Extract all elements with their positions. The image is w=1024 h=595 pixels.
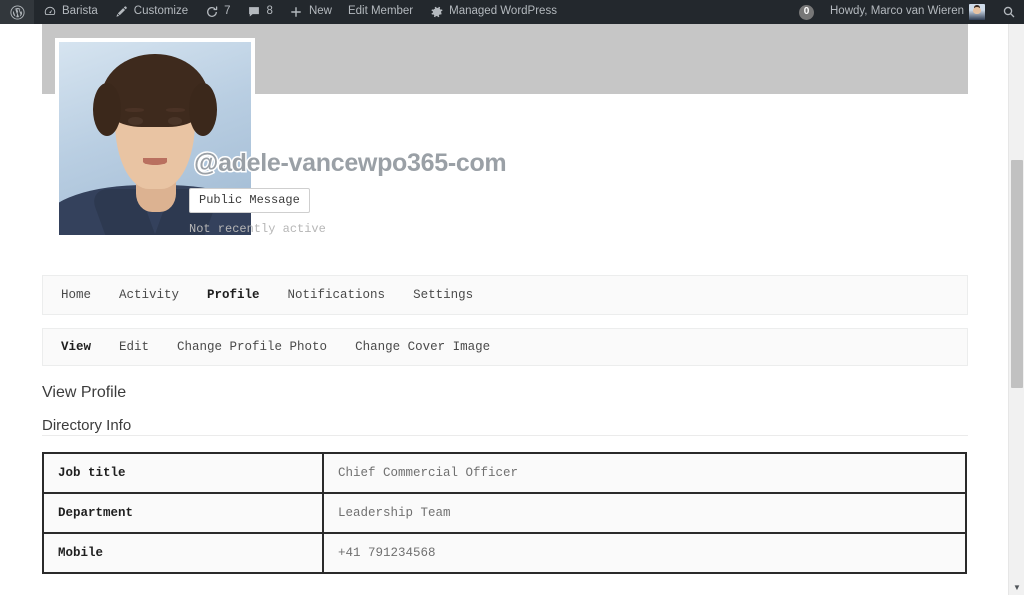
notifications-button[interactable]: 0 bbox=[791, 0, 822, 24]
field-value-job-title: Chief Commercial Officer bbox=[322, 452, 967, 494]
dashboard-icon bbox=[42, 5, 57, 20]
scrollbar-thumb[interactable] bbox=[1011, 160, 1023, 388]
comment-icon bbox=[247, 5, 262, 20]
wp-logo-button[interactable] bbox=[0, 0, 34, 24]
section-divider bbox=[42, 435, 968, 436]
search-icon bbox=[1001, 5, 1016, 20]
customize-button[interactable]: Customize bbox=[106, 0, 196, 24]
nav-item-notifications[interactable]: Notifications bbox=[274, 289, 400, 302]
site-name-button[interactable]: Barista bbox=[34, 0, 106, 24]
field-label-job-title: Job title bbox=[42, 452, 324, 494]
comments-count: 8 bbox=[266, 5, 273, 18]
customize-label: Customize bbox=[133, 5, 189, 18]
new-content-label: New bbox=[308, 5, 332, 18]
nav-item-profile[interactable]: Profile bbox=[193, 289, 274, 302]
new-content-button[interactable]: New bbox=[281, 0, 340, 24]
subnav-item-view[interactable]: View bbox=[43, 341, 105, 354]
subnav-item-edit[interactable]: Edit bbox=[105, 341, 163, 354]
page-content: @adele-vancewpo365-com Public Message No… bbox=[0, 24, 1008, 595]
admin-bar-right-group: 0 Howdy, Marco van Wieren bbox=[791, 0, 1024, 24]
updates-count: 7 bbox=[224, 5, 231, 18]
field-label-department: Department bbox=[42, 492, 324, 534]
view-profile-heading: View Profile bbox=[42, 384, 127, 401]
subnav-item-change-profile-photo[interactable]: Change Profile Photo bbox=[163, 341, 341, 354]
field-value-department: Leadership Team bbox=[322, 492, 967, 534]
directory-info-table: Job title Chief Commercial Officer Depar… bbox=[42, 452, 967, 574]
edit-member-label: Edit Member bbox=[347, 5, 414, 18]
directory-info-heading: Directory Info bbox=[42, 417, 132, 434]
member-primary-nav: Home Activity Profile Notifications Sett… bbox=[42, 275, 968, 315]
edit-member-button[interactable]: Edit Member bbox=[340, 0, 421, 24]
managed-wordpress-label: Managed WordPress bbox=[449, 5, 557, 18]
table-row: Mobile +41 791234568 bbox=[42, 532, 967, 574]
managed-wordpress-button[interactable]: Managed WordPress bbox=[421, 0, 565, 24]
field-value-mobile: +41 791234568 bbox=[322, 532, 967, 574]
wordpress-icon bbox=[10, 4, 25, 20]
member-username: @adele-vancewpo365-com bbox=[192, 148, 508, 179]
public-message-button[interactable]: Public Message bbox=[189, 188, 310, 213]
comments-button[interactable]: 8 bbox=[239, 0, 281, 24]
nav-item-settings[interactable]: Settings bbox=[399, 289, 487, 302]
plus-icon bbox=[289, 5, 304, 20]
brush-icon bbox=[114, 5, 129, 20]
site-name-label: Barista bbox=[62, 5, 98, 18]
avatar bbox=[969, 4, 985, 20]
my-account-menu[interactable]: Howdy, Marco van Wieren bbox=[822, 0, 993, 24]
page-scrollbar[interactable]: ▲ ▼ bbox=[1008, 0, 1024, 595]
gear-icon bbox=[429, 5, 444, 20]
member-secondary-nav: View Edit Change Profile Photo Change Co… bbox=[42, 328, 968, 366]
notification-badge: 0 bbox=[799, 4, 814, 20]
table-row: Job title Chief Commercial Officer bbox=[42, 452, 967, 494]
howdy-label: Howdy, Marco van Wieren bbox=[830, 5, 964, 18]
subnav-item-change-cover-image[interactable]: Change Cover Image bbox=[341, 341, 504, 354]
updates-button[interactable]: 7 bbox=[196, 0, 238, 24]
nav-item-home[interactable]: Home bbox=[43, 289, 105, 302]
field-label-mobile: Mobile bbox=[42, 532, 324, 574]
updates-icon bbox=[204, 5, 219, 20]
wp-admin-bar: Barista Customize 7 8 New Edit Member Ma… bbox=[0, 0, 1024, 24]
admin-bar-left-group: Barista Customize 7 8 New Edit Member Ma… bbox=[0, 0, 565, 24]
scrollbar-down-arrow[interactable]: ▼ bbox=[1009, 579, 1024, 595]
admin-bar-search-button[interactable] bbox=[993, 0, 1024, 24]
last-active-text: Not recently active bbox=[189, 222, 326, 236]
table-row: Department Leadership Team bbox=[42, 492, 967, 534]
nav-item-activity[interactable]: Activity bbox=[105, 289, 193, 302]
